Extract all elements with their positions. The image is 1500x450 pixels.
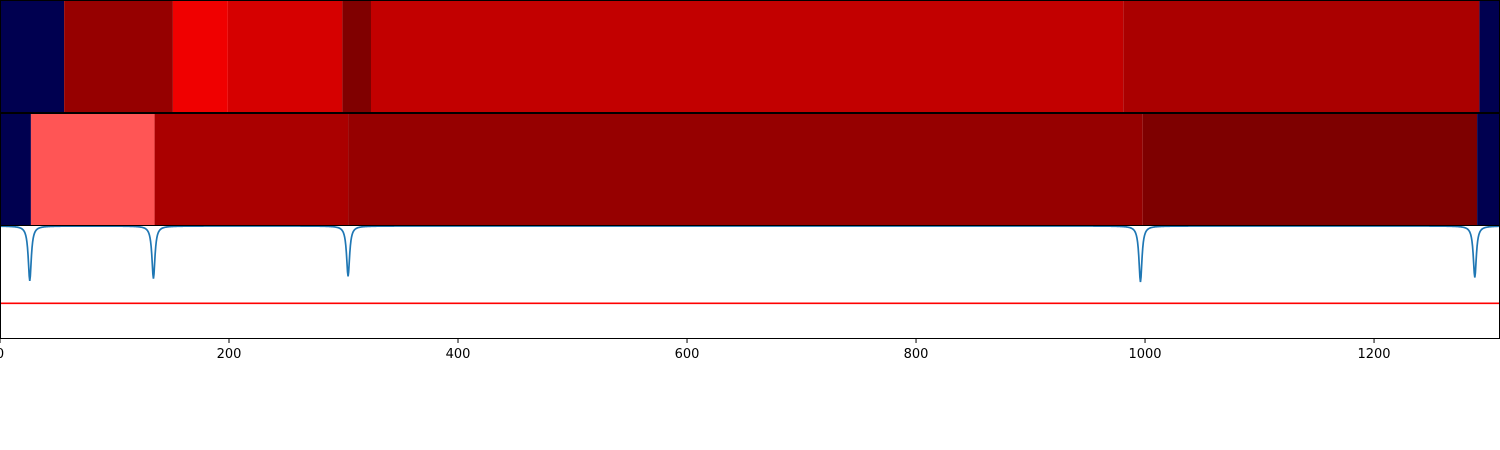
x-tick-label: 200 [217, 347, 242, 362]
heatmap-segment [154, 114, 349, 225]
heatmap-segment [1142, 114, 1478, 225]
x-tick-label: 800 [904, 347, 929, 362]
line-panel-frame [0, 225, 1500, 339]
x-axis: 0 200 400 600 800 1000 1200 [0, 338, 1391, 362]
line-panel [0, 225, 1500, 339]
figure: 0 200 400 600 800 1000 1200 [0, 0, 1500, 362]
heatmap-segment [227, 1, 343, 112]
heatmap-segment [348, 114, 1143, 225]
heatmap-segment [0, 114, 31, 225]
heatmap-segment [370, 1, 1124, 112]
heatmap-segment [1479, 1, 1500, 112]
x-tick-label: 600 [675, 347, 700, 362]
heatmap-bottom [0, 113, 1500, 226]
heatmap-segment [64, 1, 173, 112]
x-tick-label: 400 [446, 347, 471, 362]
heatmap-top [0, 0, 1500, 113]
x-tick-label: 0 [0, 347, 4, 362]
heatmap-segment [172, 1, 228, 112]
heatmap-segment [0, 1, 65, 112]
heatmap-segment [1123, 1, 1480, 112]
x-tick-label: 1200 [1357, 347, 1390, 362]
signal-line [0, 225, 1500, 283]
heatmap-segment [342, 1, 371, 112]
x-tick-label: 1000 [1128, 347, 1161, 362]
heatmap-segment [30, 114, 155, 225]
heatmap-segment [1477, 114, 1500, 225]
